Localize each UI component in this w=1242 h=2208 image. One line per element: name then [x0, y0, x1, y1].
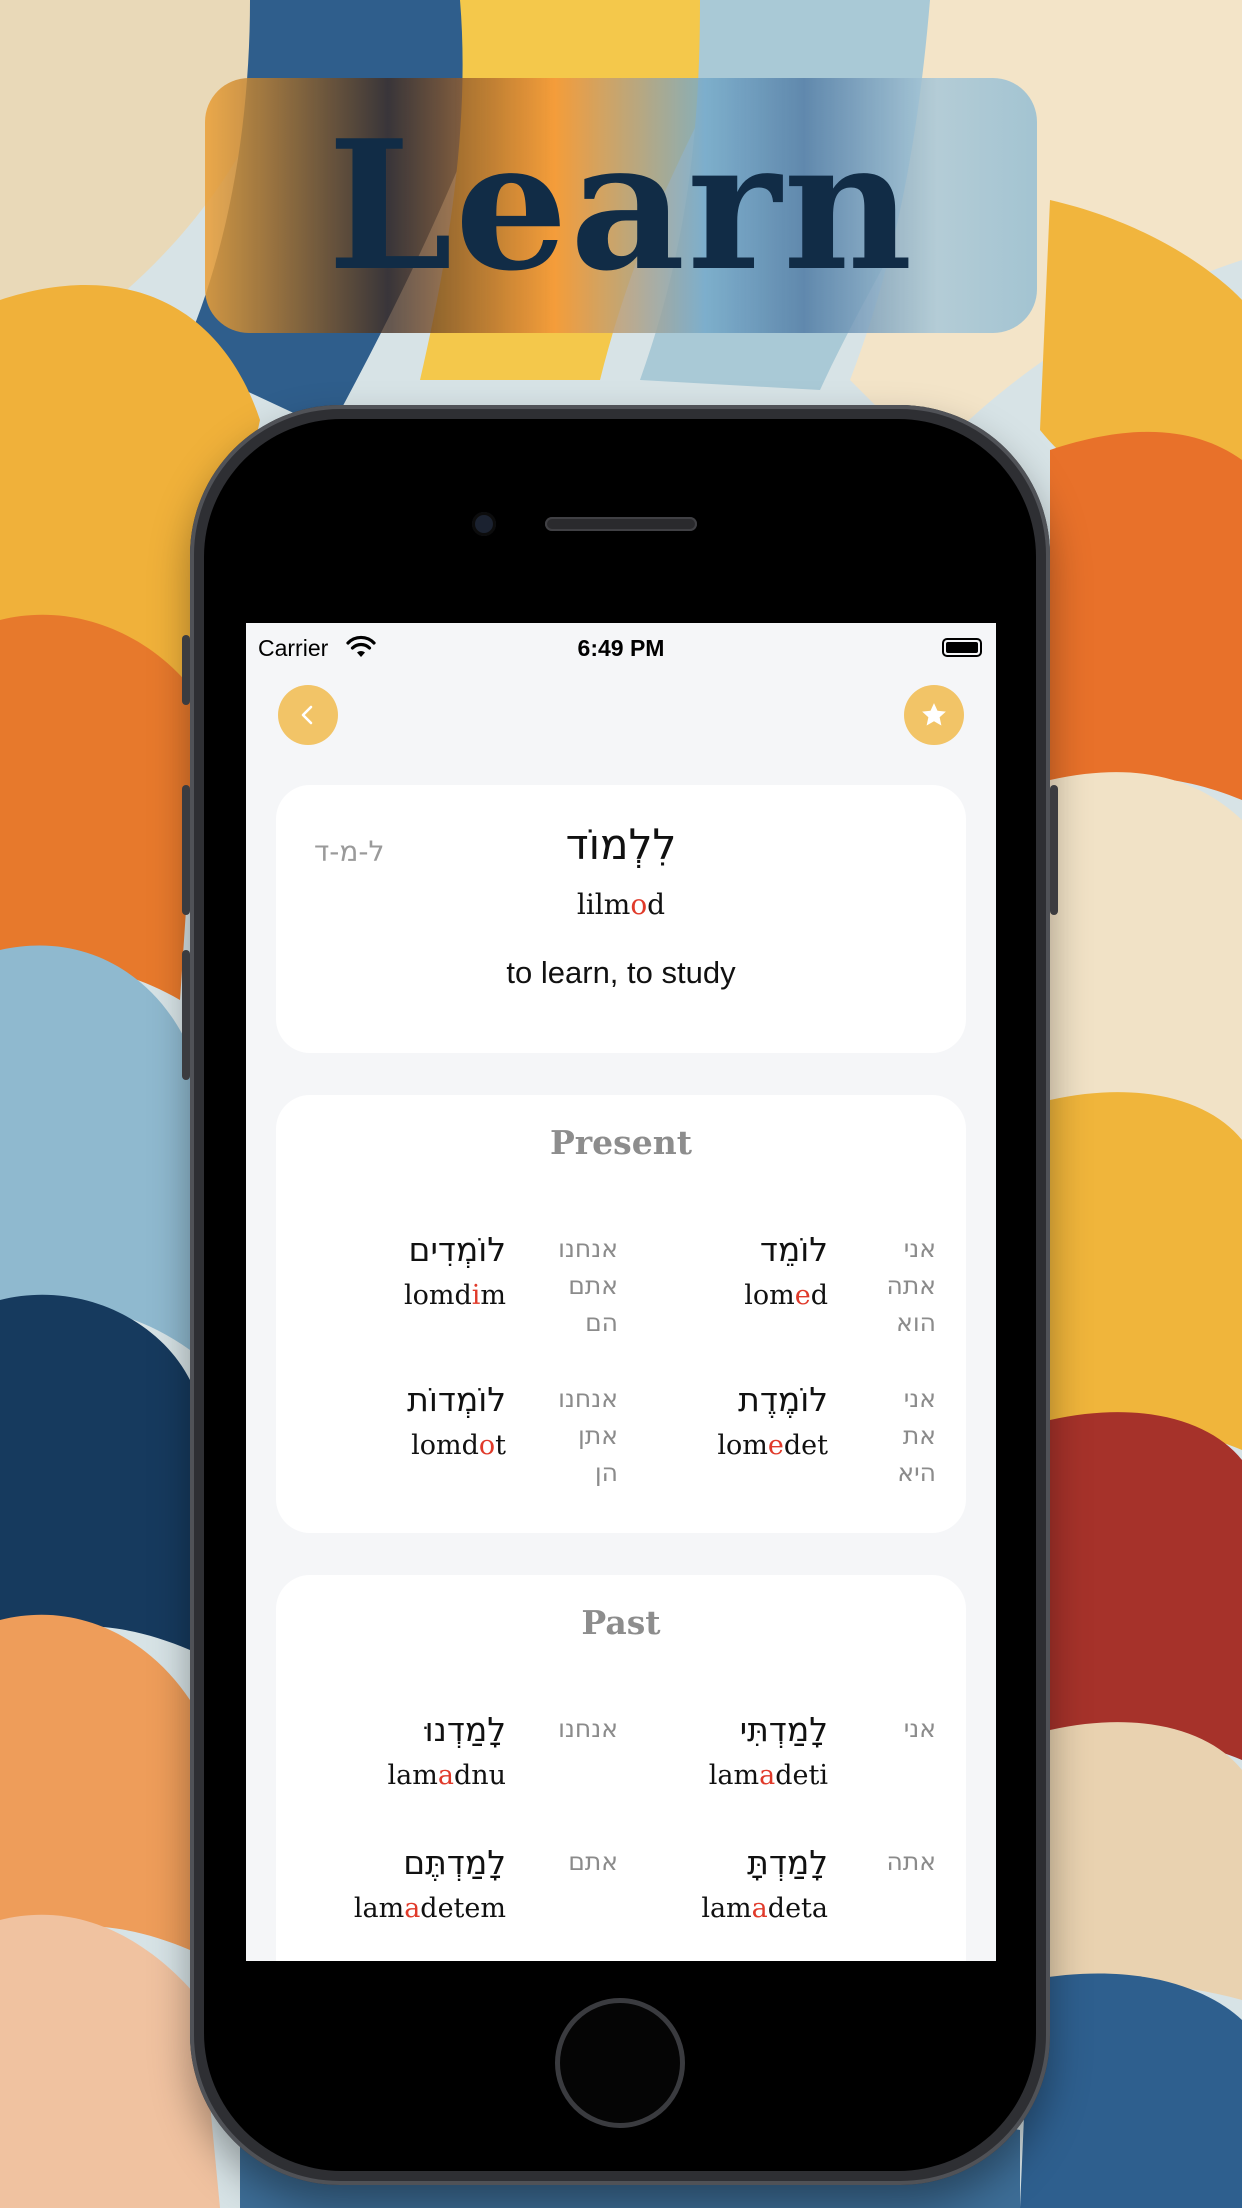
conjugation-past-2ms: לָמַדְתָּ lamadeta	[701, 1843, 828, 1924]
home-button[interactable]	[555, 1998, 685, 2128]
favorite-button[interactable]	[904, 685, 964, 745]
past-title: Past	[581, 1603, 661, 1642]
chevron-left-icon	[301, 705, 313, 725]
word-hebrew: לִלְמוֹד	[565, 820, 677, 869]
conjugation-present-fs: לוֹמֶדֶת lomedet	[717, 1380, 828, 1461]
pronoun-group: אתה	[886, 1847, 936, 1876]
conjugation-present-ms: לוֹמֵד lomed	[744, 1230, 828, 1311]
pronoun-group: אני את היא	[897, 1384, 936, 1487]
present-title: Present	[549, 1123, 692, 1162]
front-camera	[472, 512, 496, 536]
status-time: 6:49 PM	[577, 635, 665, 661]
word-transliteration: lilmod	[576, 888, 666, 921]
star-icon	[922, 703, 946, 726]
status-bar: Carrier 6:49 PM	[246, 623, 996, 673]
back-button[interactable]	[278, 685, 338, 745]
banner-title: Learn	[327, 100, 915, 310]
pronoun-group: אנחנו אתן הן	[558, 1384, 618, 1487]
present-card: Present אני אתה הוא לוֹמֵד lomed אנחנו אתם ה…	[276, 1095, 966, 1533]
word-card: ל-מ-ד לִלְמוֹד lilmod to learn, to study	[276, 785, 966, 1053]
pronoun-group: אני אתה הוא	[886, 1234, 936, 1337]
volume-up-button	[182, 785, 190, 915]
mute-switch	[182, 635, 190, 705]
past-card: Past אני לָמַדְתִּי lamadeti אנחנו לָמַד…	[276, 1575, 966, 1961]
volume-down-button	[182, 950, 190, 1080]
pronoun-group: אני	[903, 1714, 936, 1743]
conjugation-past-1s: לָמַדְתִּי lamadeti	[708, 1710, 828, 1791]
power-button	[1050, 785, 1058, 915]
conjugation-present-fp: לוֹמְדוֹת lomdot	[407, 1380, 506, 1461]
conjugation-present-mp: לוֹמְדִים lomdim	[403, 1230, 506, 1311]
battery-icon	[942, 638, 982, 657]
pronoun-group: אתם	[568, 1847, 618, 1876]
conjugation-past-1p: לָמַדְנוּ lamadnu	[387, 1710, 506, 1791]
pronoun-group: אנחנו אתם הם	[558, 1234, 618, 1337]
app-screen: Carrier 6:49 PM ל-מ-ד לִלְמוֹד lilmod to…	[246, 623, 996, 1961]
conjugation-past-2mp: לָמַדְתֶּם lamadetem	[353, 1843, 506, 1924]
word-meaning: to learn, to study	[506, 955, 736, 990]
pronoun-group: אנחנו	[558, 1714, 618, 1743]
earpiece-speaker	[545, 517, 697, 531]
title-banner: Learn	[205, 78, 1037, 333]
